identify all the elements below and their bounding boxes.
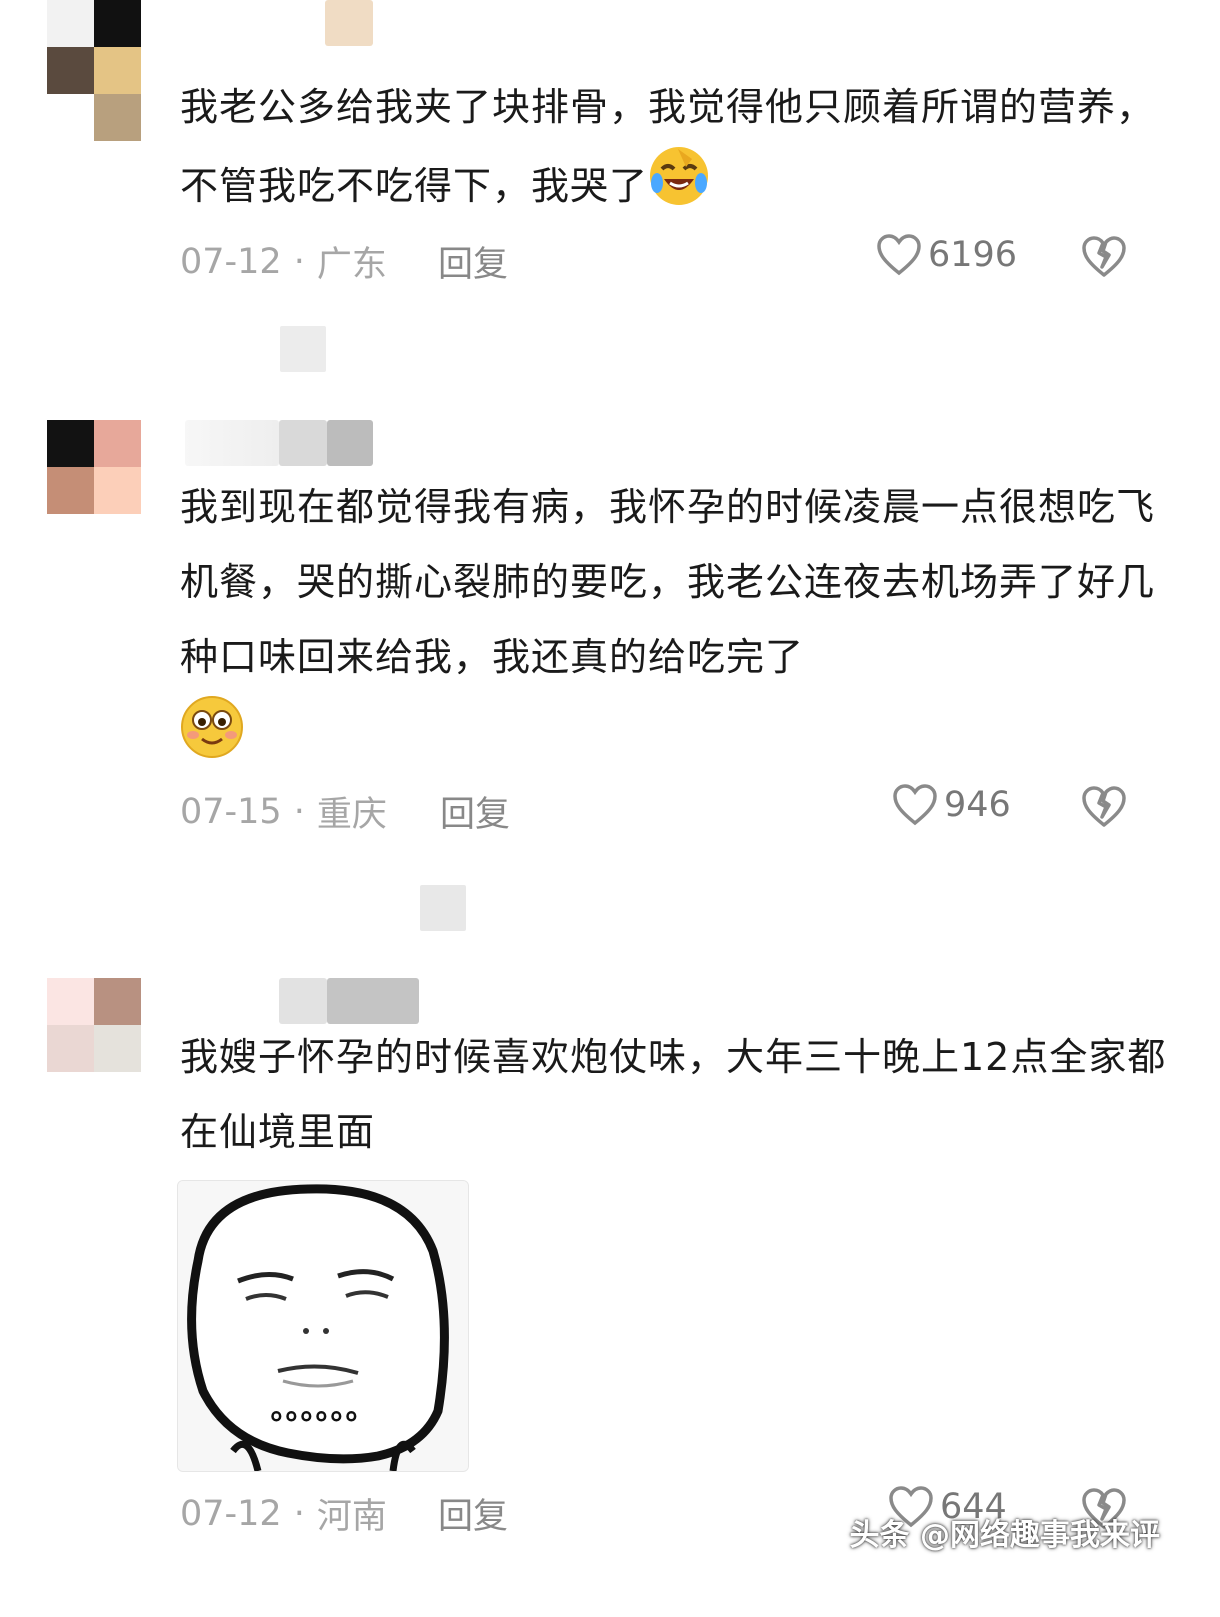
meta-separator: · (293, 1493, 305, 1534)
meta-separator: · (293, 241, 305, 282)
meme-sticker-image[interactable]: 。。。。。。 (177, 1180, 469, 1472)
avatar[interactable] (47, 420, 141, 514)
broken-heart-icon (1082, 236, 1126, 277)
comment-date: 07-12 (180, 241, 282, 282)
sticker-dots: 。。。。。。 (271, 1392, 376, 1427)
username-blurred-2 (327, 978, 419, 1024)
like-button[interactable]: 6196 (876, 233, 1017, 277)
comment-meta: 07-15 · 重庆 (180, 786, 387, 837)
reply-button[interactable]: 回复 (440, 786, 510, 837)
heart-icon (893, 784, 937, 826)
comment-region: 河南 (316, 1497, 387, 1537)
watermark: 头条 @网络趣事我来评 (849, 1518, 1160, 1553)
dislike-button[interactable] (1080, 785, 1128, 833)
comment-text: 我嫂子怀孕的时候喜欢炮仗味，大年三十晚上12点全家都在仙境里面 (180, 1035, 1167, 1154)
laugh-crying-emoji (648, 145, 710, 232)
username-blurred[interactable] (325, 0, 373, 46)
blurred-element (420, 885, 466, 931)
username-blurred[interactable] (185, 420, 279, 466)
dislike-button[interactable] (1080, 235, 1128, 283)
broken-heart-icon (1082, 786, 1126, 827)
username-blurred-3 (327, 420, 373, 466)
face-meme-icon: 。。。。。。 (178, 1181, 468, 1471)
comment-region: 广东 (316, 245, 387, 285)
avatar[interactable] (47, 978, 141, 1072)
avatar[interactable] (47, 0, 141, 94)
comment-date: 07-12 (180, 1493, 282, 1534)
heart-icon (877, 234, 921, 276)
comment-text: 我老公多给我夹了块排骨，我觉得他只顾着所谓的营养，不管我吃不吃得下，我哭了 (180, 70, 1170, 232)
comment-meta: 07-12 · 河南 (180, 1488, 387, 1539)
avatar-lower (47, 94, 141, 141)
username-blurred[interactable] (279, 978, 327, 1024)
like-button[interactable]: 946 (892, 783, 1011, 827)
reply-button[interactable]: 回复 (438, 236, 508, 287)
like-count: 946 (944, 785, 1011, 825)
smile-emoji (180, 695, 244, 784)
comment-text: 我到现在都觉得我有病，我怀孕的时候凌晨一点很想吃飞机餐，哭的撕心裂肺的要吃，我老… (180, 470, 1170, 784)
comment-region: 重庆 (316, 795, 387, 835)
comment-meta: 07-12 · 广东 (180, 236, 387, 287)
meta-separator: · (293, 791, 305, 832)
username-blurred-2 (279, 420, 327, 466)
comment-date: 07-15 (180, 791, 282, 832)
reply-button[interactable]: 回复 (438, 1488, 508, 1539)
blurred-element (280, 326, 326, 372)
like-count: 6196 (928, 235, 1018, 275)
